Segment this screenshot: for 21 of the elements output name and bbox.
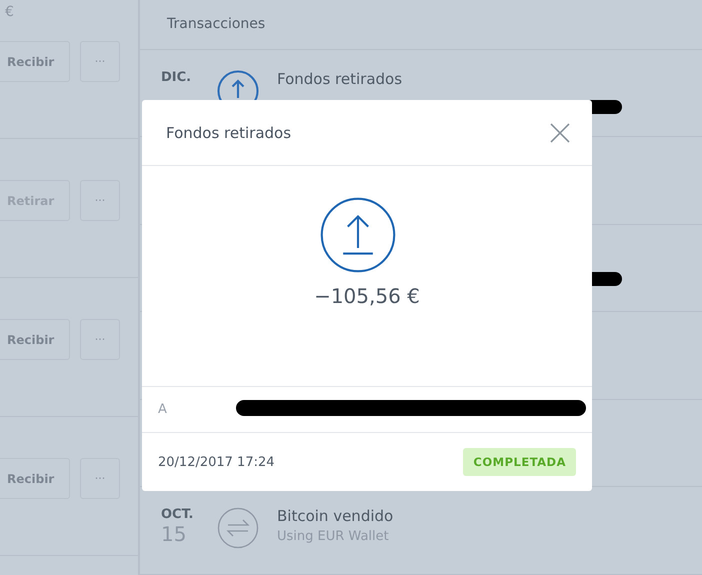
- more-button[interactable]: ···: [80, 319, 120, 360]
- action-button[interactable]: Recibir: [0, 319, 70, 360]
- transaction-title: Fondos retirados: [277, 70, 402, 88]
- dialog-title: Fondos retirados: [166, 124, 292, 142]
- action-button[interactable]: Recibir: [0, 458, 70, 499]
- transaction-title: Bitcoin vendido: [277, 507, 394, 526]
- amount: −105,56 €: [314, 284, 420, 308]
- transaction-date: 20/12/2017 17:24: [158, 454, 275, 470]
- more-button[interactable]: ···: [80, 458, 120, 499]
- action-button[interactable]: Recibir: [0, 41, 70, 82]
- swap-icon: [217, 507, 259, 550]
- transaction-month: DIC.: [161, 70, 192, 85]
- transaction-month: OCT.: [161, 507, 194, 522]
- recipient-label: A: [158, 402, 167, 417]
- section-title: Transacciones: [167, 16, 266, 32]
- more-button[interactable]: ···: [80, 41, 120, 82]
- close-icon[interactable]: [550, 122, 570, 142]
- more-button[interactable]: ···: [80, 180, 120, 221]
- status-badge: COMPLETADA: [463, 448, 576, 476]
- upload-icon: [319, 196, 397, 274]
- currency-symbol: €: [4, 3, 15, 22]
